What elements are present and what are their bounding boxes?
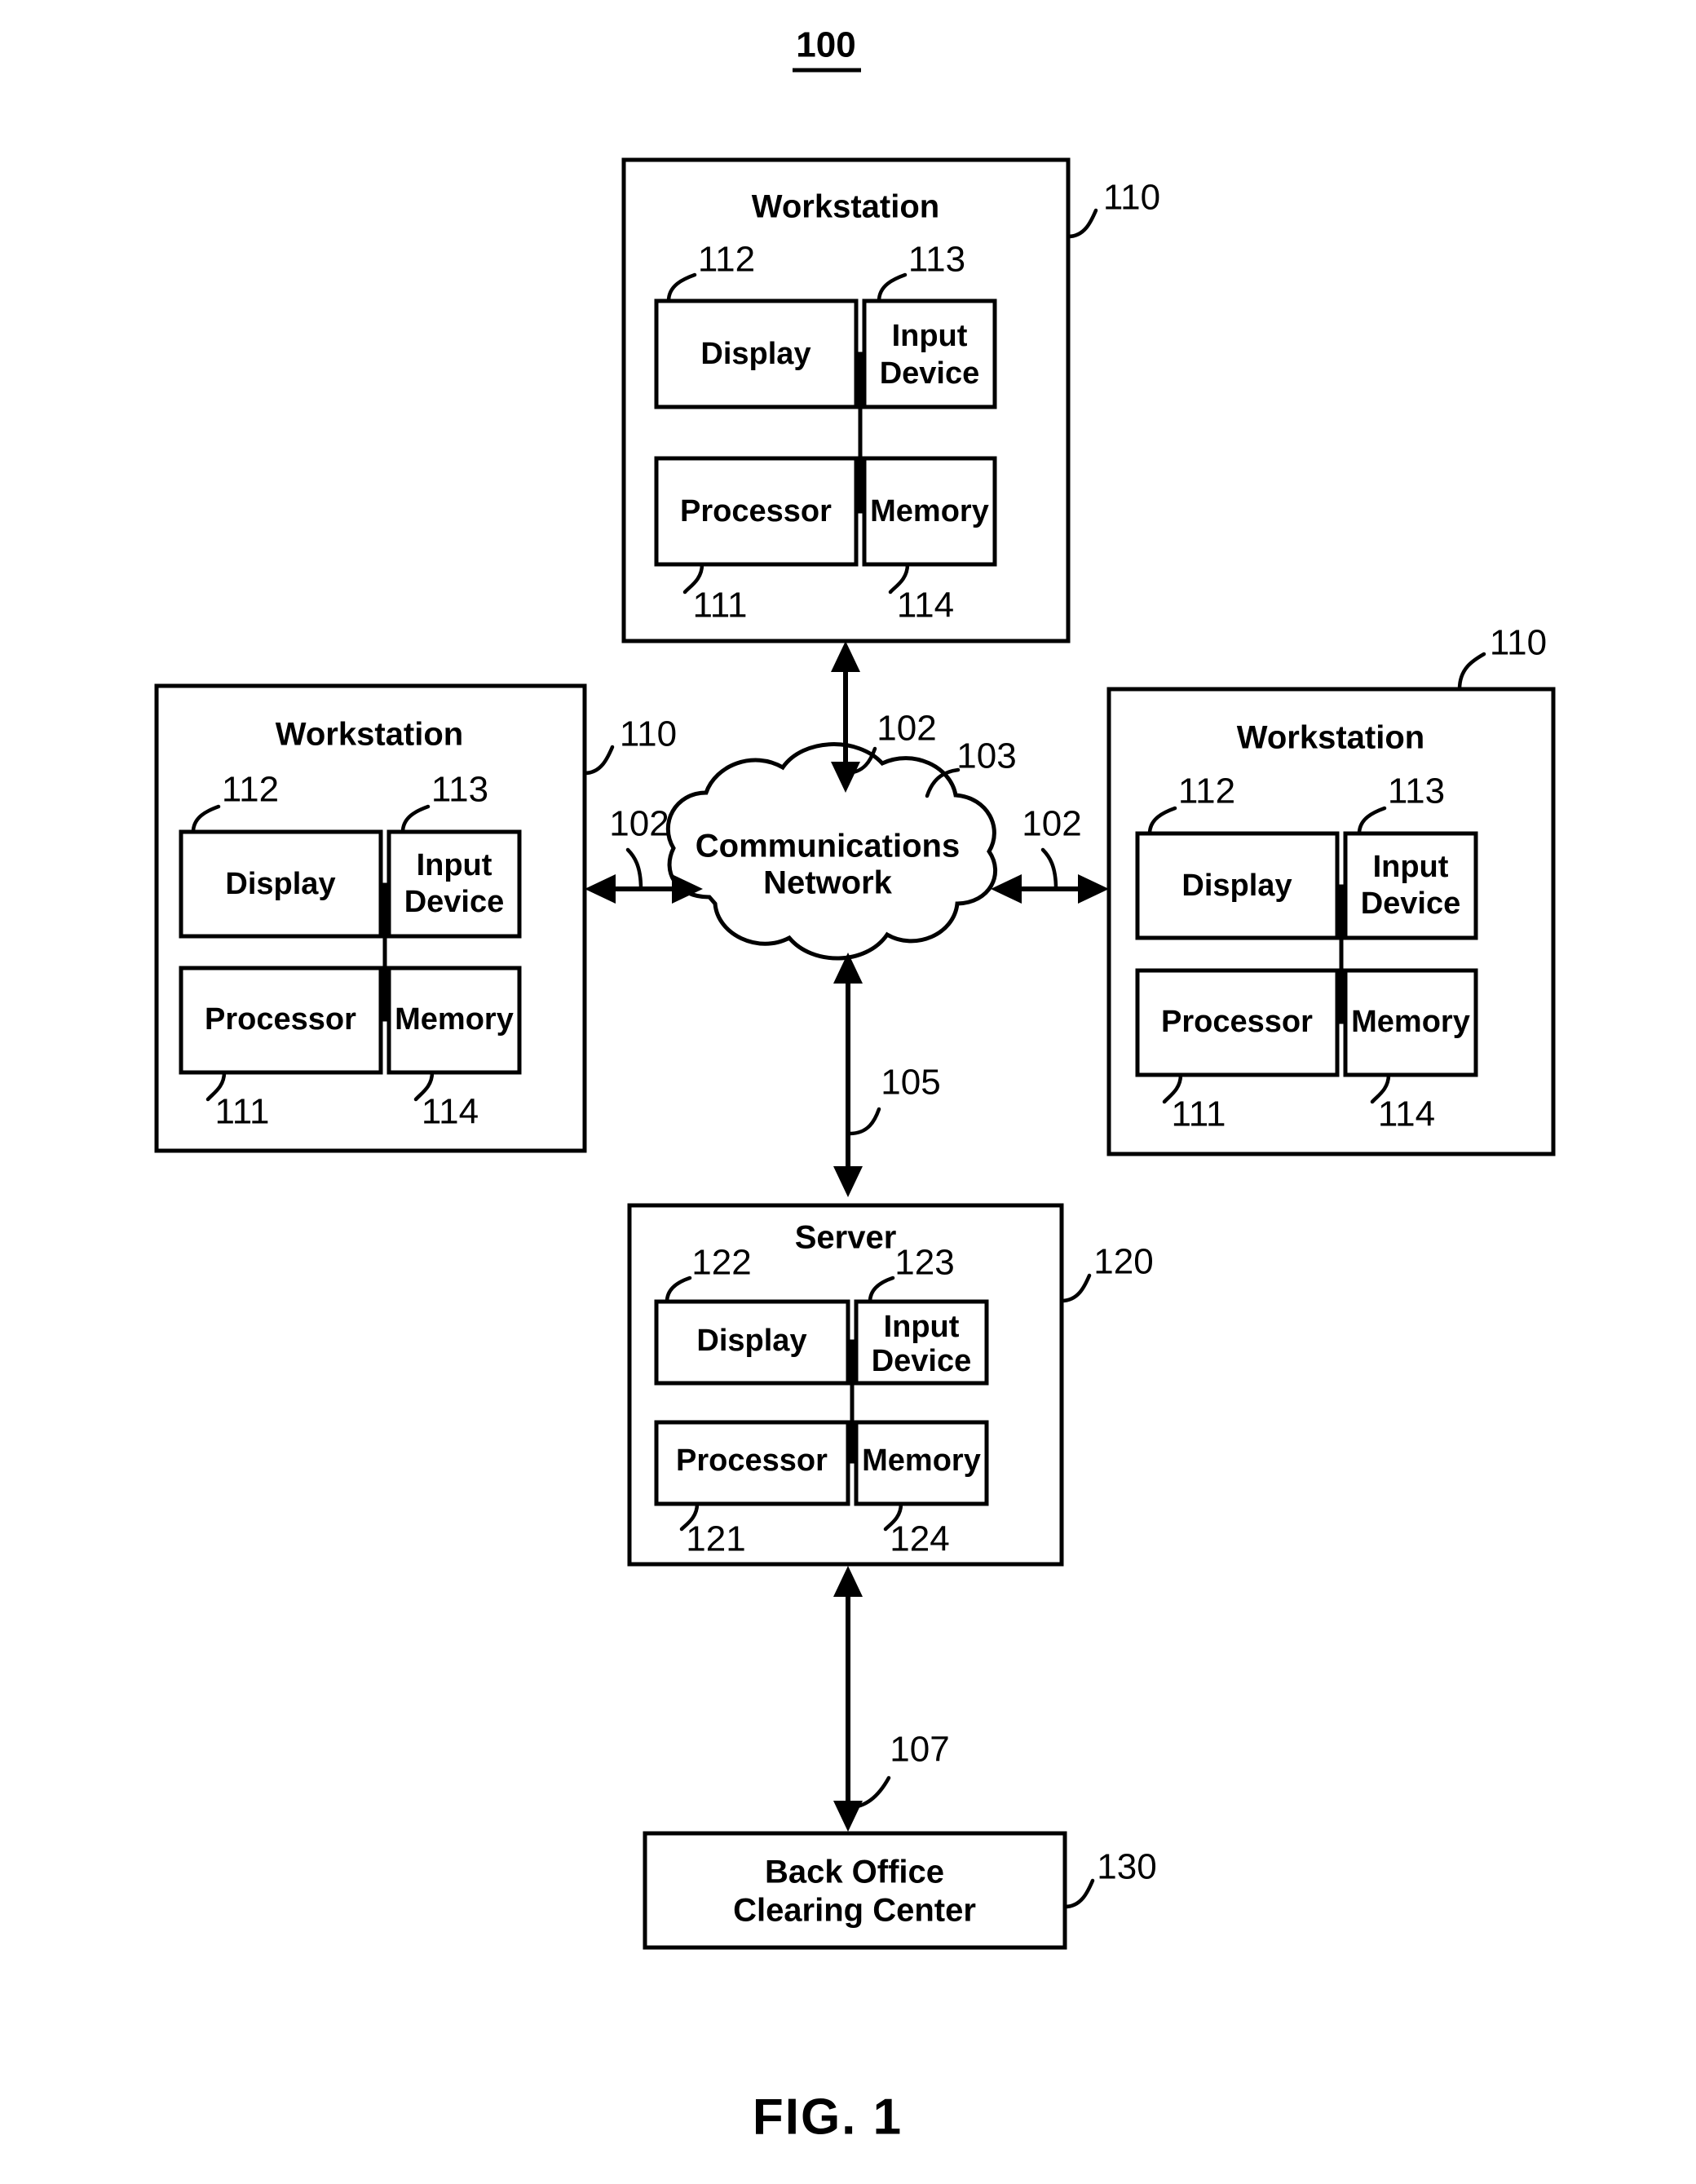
- workstation-left-memory-ref: 114: [422, 1092, 479, 1132]
- link-right-ref: 102: [1022, 804, 1081, 844]
- link-left-arrowhead-left: [585, 874, 616, 904]
- workstation-right-processor-label: Processor: [1161, 1005, 1313, 1039]
- back-office-label-line2: Clearing Center: [733, 1893, 976, 1929]
- workstation-top-processor-ref: 111: [693, 586, 748, 626]
- workstation-top-title: Workstation: [752, 189, 939, 225]
- server-ref: 120: [1093, 1242, 1153, 1282]
- workstation-top-memory-label: Memory: [870, 494, 989, 528]
- network-label-line1: Communications: [696, 829, 960, 864]
- server-ref-leader: [1059, 1273, 1092, 1303]
- workstation-left-processor-label: Processor: [205, 1002, 356, 1037]
- link-top-ref: 102: [877, 709, 936, 749]
- back-office-label-line1: Back Office: [765, 1855, 944, 1890]
- workstation-top-ref-leader: [1066, 208, 1098, 239]
- server-display-ref: 122: [691, 1243, 751, 1283]
- workstation-left-processor-ref: 111: [215, 1092, 270, 1132]
- link-server-arrowhead-down: [833, 1166, 863, 1197]
- workstation-right[interactable]: Workstation Display 112 Input Device 113…: [1106, 623, 1556, 1156]
- link-left-ref-leader: [625, 847, 643, 891]
- workstation-left-ref-leader: [582, 745, 615, 776]
- workstation-left-memory-label: Memory: [395, 1002, 514, 1037]
- workstation-right-input-device-label-line1: Input: [1373, 850, 1449, 884]
- back-office-clearing-center[interactable]: Back Office Clearing Center 130: [643, 1831, 1157, 1950]
- link-backoffice-arrowhead-up: [833, 1566, 863, 1597]
- server-processor-ref: 121: [686, 1519, 745, 1559]
- workstation-left-input-device-label-line1: Input: [417, 848, 492, 882]
- network-label-line2: Network: [763, 865, 893, 901]
- link-top-arrowhead-up: [831, 641, 860, 672]
- server-display-label: Display: [696, 1324, 806, 1358]
- workstation-left[interactable]: Workstation Display 112 Input Device 113…: [154, 683, 677, 1153]
- workstation-left-input-device-label-line2: Device: [404, 885, 505, 919]
- server-node[interactable]: Server Display 122 Input Device 123 Proc…: [627, 1203, 1154, 1567]
- link-right-ref-leader: [1040, 847, 1058, 891]
- server-memory-ref: 124: [890, 1519, 949, 1559]
- link-backoffice-ref: 107: [890, 1730, 949, 1770]
- workstation-top[interactable]: Workstation Display 112 Input Device 113…: [621, 157, 1160, 643]
- workstation-top-ref: 110: [1103, 178, 1160, 218]
- workstation-top-input-device-label-line1: Input: [892, 319, 968, 353]
- back-office-ref: 130: [1097, 1847, 1156, 1887]
- workstation-top-processor-label: Processor: [680, 494, 832, 528]
- workstation-top-input-device-ref: 113: [908, 240, 965, 280]
- figure-caption: FIG. 1: [753, 2089, 903, 2145]
- workstation-top-display-ref: 112: [698, 240, 755, 280]
- workstation-right-memory-ref: 114: [1378, 1094, 1435, 1134]
- workstation-right-title: Workstation: [1237, 720, 1424, 756]
- workstation-left-ref: 110: [620, 714, 677, 754]
- back-office-ref-leader: [1062, 1878, 1095, 1909]
- workstation-top-input-device-box[interactable]: [862, 298, 997, 409]
- workstation-top-display-label: Display: [700, 337, 810, 371]
- link-network-server: 105: [833, 953, 941, 1197]
- workstation-right-display-label: Display: [1181, 869, 1292, 903]
- workstation-right-processor-ref: 111: [1172, 1094, 1226, 1134]
- link-server-backoffice: 107: [833, 1566, 950, 1832]
- system-number-text: 100: [796, 25, 855, 65]
- server-input-device-label-line2: Device: [872, 1344, 972, 1378]
- link-server-ref: 105: [881, 1063, 940, 1103]
- workstation-right-input-device-ref: 113: [1388, 771, 1445, 811]
- workstation-right-input-device-label-line2: Device: [1361, 886, 1461, 921]
- link-right-arrowhead-right: [1078, 874, 1109, 904]
- server-processor-label: Processor: [676, 1443, 828, 1478]
- workstation-left-display-ref: 112: [222, 770, 279, 810]
- server-input-device-label-line1: Input: [884, 1310, 960, 1344]
- workstation-right-ref-leader: [1457, 652, 1486, 692]
- link-left-ref: 102: [609, 804, 669, 844]
- server-input-device-ref: 123: [894, 1243, 954, 1283]
- back-office-frame: [643, 1831, 1067, 1950]
- workstation-right-display-ref: 112: [1178, 771, 1235, 811]
- patent-figure: 100 Workstation Display 112 Input Device…: [0, 0, 1696, 2184]
- link-right-workstation-network: 102: [991, 804, 1109, 904]
- workstation-right-memory-label: Memory: [1351, 1005, 1470, 1039]
- workstation-left-input-device-ref: 113: [431, 770, 488, 810]
- network-ref: 103: [956, 736, 1016, 776]
- link-server-ref-leader: [847, 1107, 881, 1136]
- workstation-left-title: Workstation: [276, 717, 463, 753]
- workstation-top-input-device-label-line2: Device: [880, 356, 980, 391]
- system-number-label: 100: [793, 25, 861, 73]
- workstation-right-ref: 110: [1490, 623, 1547, 663]
- server-title: Server: [795, 1220, 897, 1256]
- server-memory-label: Memory: [862, 1443, 981, 1478]
- workstation-left-display-label: Display: [225, 867, 335, 901]
- workstation-top-memory-ref: 114: [897, 586, 954, 626]
